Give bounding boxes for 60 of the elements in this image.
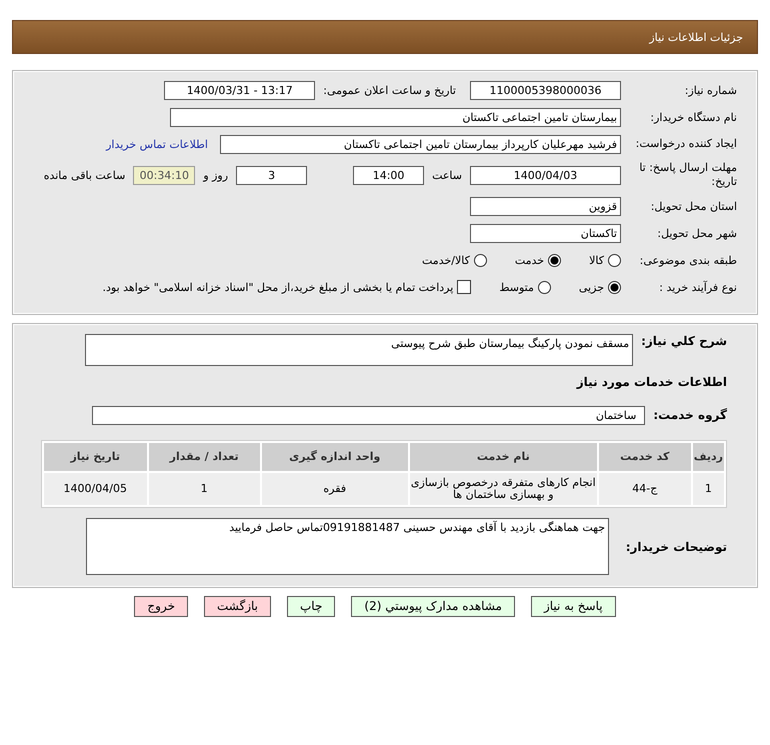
deadline-date-field: 1400/04/03: [470, 166, 621, 185]
field-label: استان محل تحویل:: [650, 200, 737, 213]
header-title: جزئیات اطلاعات نیاز: [649, 30, 743, 44]
field-label: توضیحات خریدار:: [624, 540, 727, 554]
action-button[interactable]: بازگشت: [204, 596, 271, 617]
radio-button[interactable]: [538, 280, 551, 294]
checkbox-label: پرداخت تمام یا بخشی از مبلغ خرید،از محل "اسناد خزانه اسلامی" خواهد بود.: [102, 280, 454, 294]
service-group-field: ساختمان: [92, 406, 646, 425]
field-label: مهلت ارسال پاسخ: تا تاریخ:: [638, 161, 737, 190]
action-button[interactable]: چاپ: [287, 596, 336, 617]
action-button[interactable]: مشاهده مدارک پیوستي (2): [351, 596, 515, 617]
checkbox[interactable]: [457, 280, 472, 294]
table-cell: 1: [148, 472, 260, 505]
table-cell: 1: [692, 472, 724, 505]
creator-field: فرشید مهرعلیان کارپرداز بیمارستان تامین اجتماعی تاکستان: [220, 135, 621, 154]
table-cell: ج-44: [598, 472, 691, 505]
field-label: گروه خدمت:: [653, 408, 727, 422]
table-cell: 1400/04/05: [44, 472, 146, 505]
field-label: شهر محل تحویل:: [656, 226, 737, 240]
radio-label: جزیی: [578, 280, 604, 294]
remaining-time-field: 00:34:10: [133, 166, 196, 185]
announce-date-field: 1400/03/31 - 13:17: [164, 81, 316, 100]
field-label: شرح کلي نياز:: [641, 334, 727, 348]
field-label: شماره نیاز:: [684, 84, 737, 97]
radio-button[interactable]: [608, 254, 621, 267]
table-cell: انجام کارهای متفرقه درخصوص بازسازی و بهسازی ساختمان ها: [410, 472, 597, 505]
column-header: ردیف: [692, 442, 724, 471]
column-header: نام خدمت: [410, 442, 597, 471]
radio-label: کالا: [589, 254, 604, 267]
action-button[interactable]: خروج: [134, 596, 188, 617]
buyer-notes-field: جهت هماهنگی بازدید با آقای مهندس حسینی 09191881487تماس حاصل فرمایید: [86, 518, 609, 575]
field-label: ایجاد کننده درخواست:: [634, 137, 737, 152]
radio-label: کالا/خدمت: [422, 254, 470, 267]
remaining-label: ساعت باقی مانده: [44, 168, 126, 182]
field-label: نوع فرآیند خرید :: [658, 280, 737, 294]
time-label: ساعت: [432, 168, 462, 182]
days-label: روز و: [203, 168, 228, 182]
radio-button[interactable]: [608, 280, 621, 294]
action-button[interactable]: پاسخ به نیاز: [530, 596, 616, 617]
field-label: طبقه بندی موضوعی:: [638, 254, 737, 267]
radio-label: خدمت: [514, 254, 544, 267]
buyer-org-field: بیمارستان تامین اجتماعی تاکستان: [170, 108, 621, 127]
radio-label: متوسط: [499, 280, 534, 294]
column-header: کد خدمت: [598, 442, 691, 471]
province-field: قزوین: [470, 196, 621, 216]
field-label: تاریخ و ساعت اعلان عمومی:: [323, 84, 456, 97]
section-heading: اطلاعات خدمات مورد نیاز: [576, 375, 727, 390]
radio-button[interactable]: [474, 254, 487, 267]
deadline-time-field: 14:00: [353, 166, 424, 185]
summary-field: مسقف نمودن پارکینگ بیمارستان طبق شرح پیوستی: [85, 334, 634, 366]
field-label: نام دستگاه خریدار:: [649, 111, 737, 124]
city-field: تاکستان: [470, 224, 621, 243]
column-header: تعداد / مقدار: [148, 442, 260, 471]
buyer-contact-link[interactable]: اطلاعات تماس خریدار: [106, 138, 208, 151]
radio-button[interactable]: [548, 254, 562, 267]
days-field: 3: [236, 166, 308, 185]
table-cell: فقره: [262, 472, 408, 505]
column-header: تاریخ نیاز: [44, 442, 146, 471]
column-header: واحد اندازه گیری: [262, 442, 408, 471]
need-number-field: 1100005398000036: [470, 81, 621, 100]
